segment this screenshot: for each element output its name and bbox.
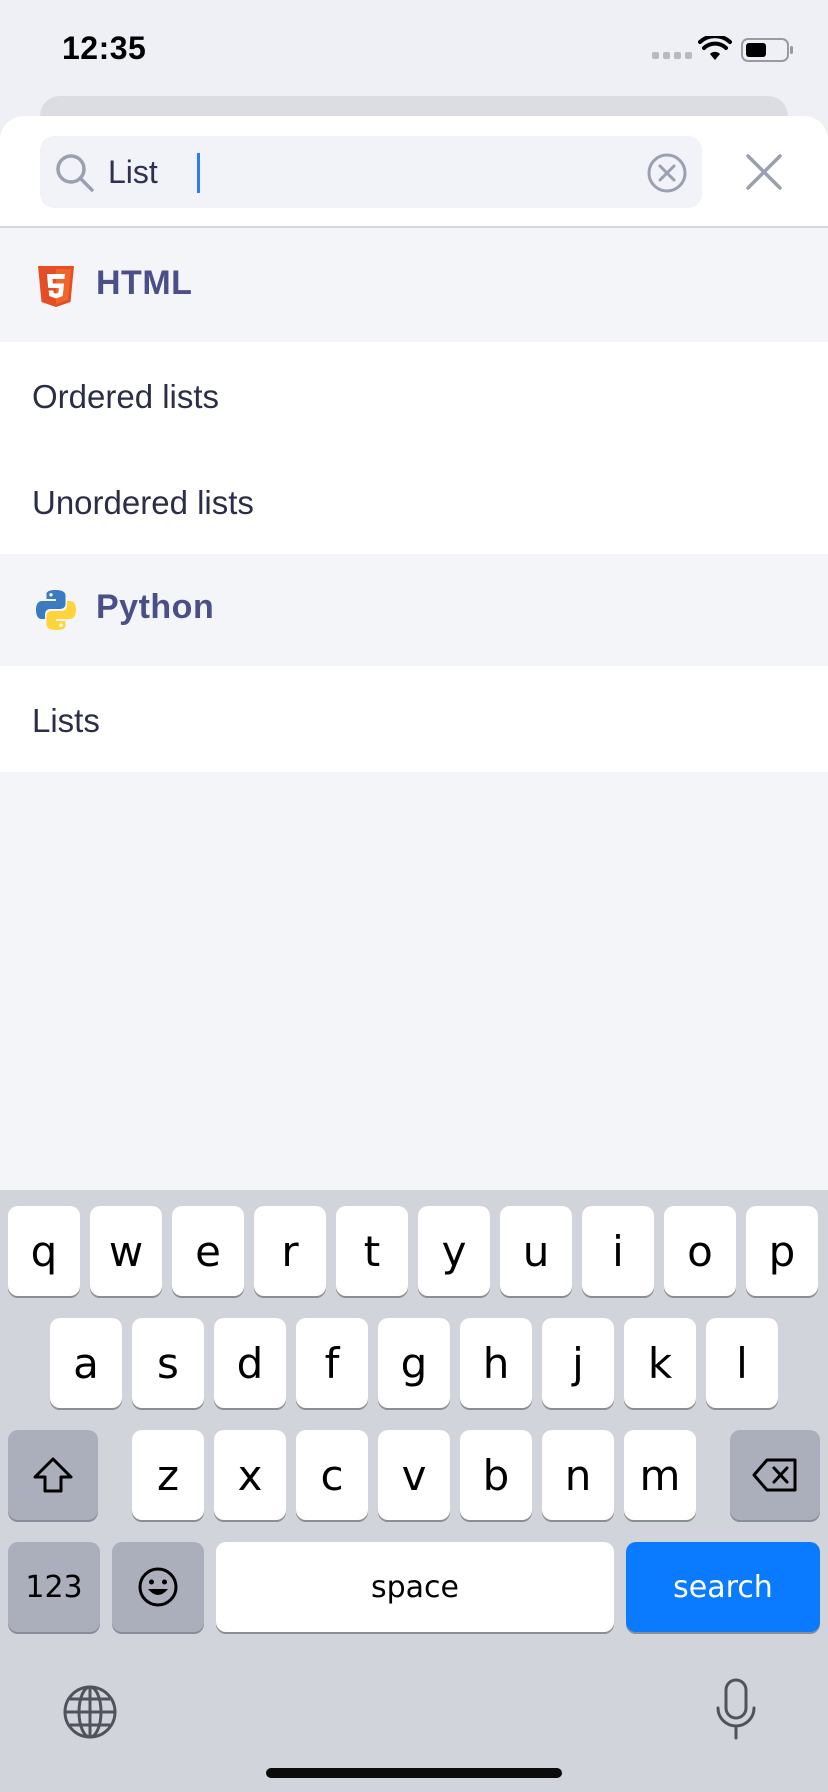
key-z[interactable]: z <box>132 1430 204 1520</box>
status-bar: 12:35 <box>0 0 828 100</box>
search-key[interactable]: search <box>626 1542 820 1632</box>
search-input[interactable] <box>108 146 628 198</box>
key-d[interactable]: d <box>214 1318 286 1408</box>
home-indicator <box>266 1768 562 1778</box>
result-item-unordered-lists[interactable]: Unordered lists <box>0 448 828 554</box>
html5-icon <box>38 266 74 307</box>
result-label: Unordered lists <box>32 484 254 521</box>
key-t[interactable]: t <box>336 1206 408 1296</box>
microphone-icon[interactable] <box>714 1678 758 1742</box>
emoji-icon <box>138 1567 178 1607</box>
search-header <box>0 116 828 228</box>
key-h[interactable]: h <box>460 1318 532 1408</box>
emoji-key[interactable] <box>112 1542 204 1632</box>
search-box[interactable] <box>40 136 702 208</box>
section-header-python: Python <box>0 554 828 666</box>
backspace-icon <box>752 1458 797 1492</box>
section-title: Python <box>96 588 215 626</box>
key-r[interactable]: r <box>254 1206 326 1296</box>
key-x[interactable]: x <box>214 1430 286 1520</box>
python-icon <box>36 590 76 630</box>
shift-key[interactable] <box>8 1430 98 1520</box>
globe-icon[interactable] <box>62 1684 118 1740</box>
key-o[interactable]: o <box>664 1206 736 1296</box>
key-l[interactable]: l <box>706 1318 778 1408</box>
result-label: Lists <box>32 702 100 739</box>
status-time: 12:35 <box>62 30 147 66</box>
cellular-signal-icon <box>652 52 692 59</box>
key-b[interactable]: b <box>460 1430 532 1520</box>
section-header-html: HTML <box>0 230 828 342</box>
close-icon[interactable] <box>740 148 788 196</box>
numbers-key[interactable]: 123 <box>8 1542 100 1632</box>
key-g[interactable]: g <box>378 1318 450 1408</box>
search-icon <box>56 154 94 192</box>
key-n[interactable]: n <box>542 1430 614 1520</box>
key-i[interactable]: i <box>582 1206 654 1296</box>
key-v[interactable]: v <box>378 1430 450 1520</box>
key-y[interactable]: y <box>418 1206 490 1296</box>
key-c[interactable]: c <box>296 1430 368 1520</box>
key-p[interactable]: p <box>746 1206 818 1296</box>
key-w[interactable]: w <box>90 1206 162 1296</box>
result-item-lists[interactable]: Lists <box>0 666 828 772</box>
section-title: HTML <box>96 264 193 302</box>
key-j[interactable]: j <box>542 1318 614 1408</box>
key-k[interactable]: k <box>624 1318 696 1408</box>
space-key[interactable]: space <box>216 1542 614 1632</box>
key-s[interactable]: s <box>132 1318 204 1408</box>
result-label: Ordered lists <box>32 378 220 415</box>
key-e[interactable]: e <box>172 1206 244 1296</box>
key-m[interactable]: m <box>624 1430 696 1520</box>
delete-key[interactable] <box>730 1430 820 1520</box>
wifi-icon <box>698 36 732 60</box>
key-q[interactable]: q <box>8 1206 80 1296</box>
key-f[interactable]: f <box>296 1318 368 1408</box>
result-item-ordered-lists[interactable]: Ordered lists <box>0 342 828 448</box>
shift-icon <box>33 1457 73 1493</box>
battery-icon <box>741 38 793 62</box>
clear-search-icon[interactable] <box>646 152 688 194</box>
key-a[interactable]: a <box>50 1318 122 1408</box>
key-u[interactable]: u <box>500 1206 572 1296</box>
text-cursor <box>197 153 200 193</box>
keyboard: q w e r t y u i o p a s d f g h j k l z … <box>0 1190 828 1792</box>
